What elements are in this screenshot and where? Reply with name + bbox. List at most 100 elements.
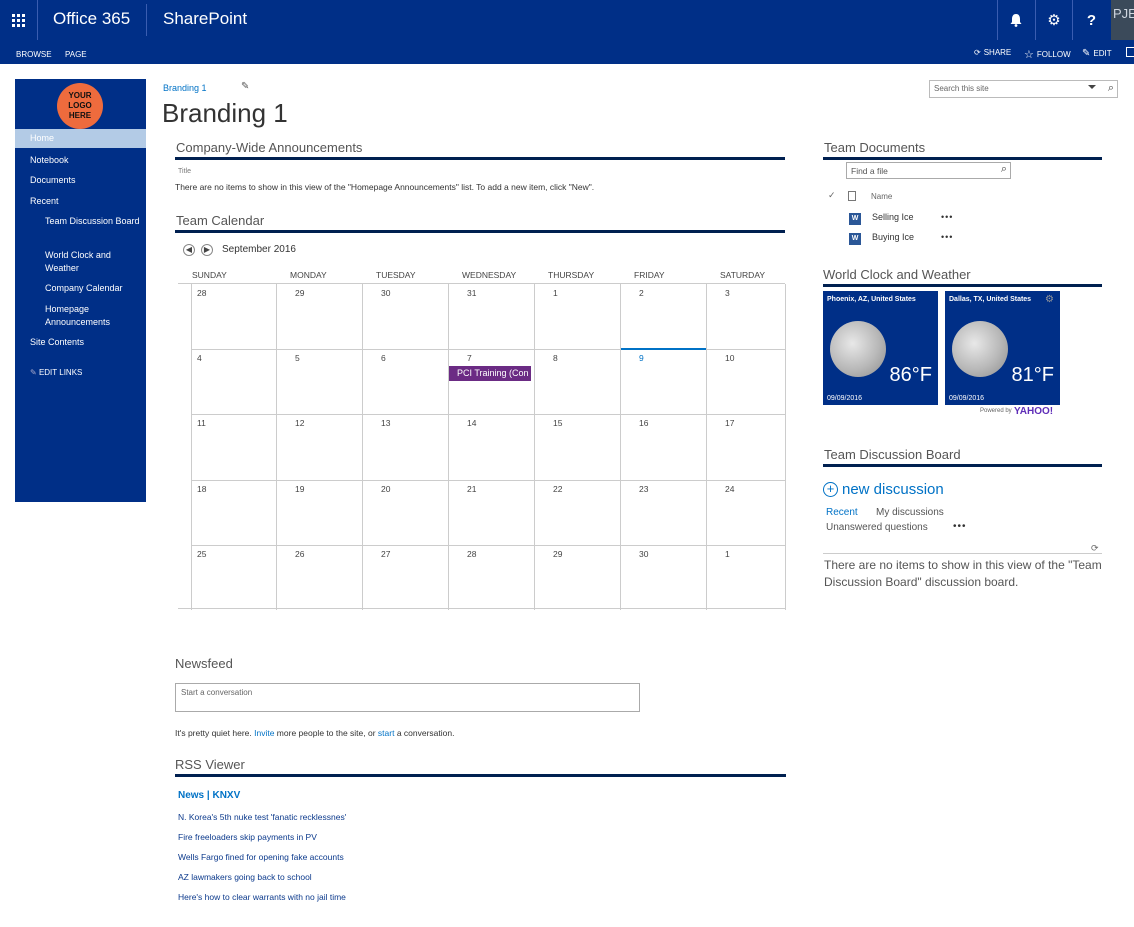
new-discussion-button[interactable]: + new discussion <box>823 481 944 498</box>
app-launcher-icon[interactable] <box>0 0 38 40</box>
nav-item-homepage-announcements[interactable]: Homepage Announcements <box>45 303 140 329</box>
select-all-check-icon[interactable]: ✓ <box>828 190 836 201</box>
app-name[interactable]: SharePoint <box>163 9 247 29</box>
tab-recent[interactable]: Recent <box>826 507 858 518</box>
tab-my-discussions[interactable]: My discussions <box>876 507 944 518</box>
newsfeed-input[interactable]: Start a conversation <box>175 683 640 712</box>
find-file-input[interactable]: Find a file ⌕ <box>846 162 1011 179</box>
nav-item-company-calendar[interactable]: Company Calendar <box>45 282 140 295</box>
edit-button[interactable]: ✎ EDIT <box>1082 48 1112 59</box>
announcements-column-title[interactable]: Title <box>178 168 191 175</box>
announcements-title[interactable]: Company-Wide Announcements <box>176 140 362 155</box>
name-column-header[interactable]: Name <box>871 192 892 201</box>
edit-title-pencil-icon[interactable]: ✎ <box>241 81 249 92</box>
calendar-day[interactable]: 9 <box>639 353 644 363</box>
calendar-day[interactable]: 29 <box>553 549 562 559</box>
calendar-day[interactable]: 5 <box>295 353 300 363</box>
calendar-day[interactable]: 1 <box>725 549 730 559</box>
nav-item-home[interactable]: Home <box>15 129 146 148</box>
calendar-day[interactable]: 23 <box>639 484 648 494</box>
start-link[interactable]: start <box>378 728 395 738</box>
rss-item-link[interactable]: Wells Fargo fined for opening fake accou… <box>178 852 344 862</box>
calendar-day[interactable]: 4 <box>197 353 202 363</box>
user-avatar[interactable]: PJEI <box>1111 0 1134 40</box>
calendar-day[interactable]: 29 <box>295 288 304 298</box>
nav-item-world-clock[interactable]: World Clock and Weather <box>45 249 140 275</box>
calendar-day[interactable]: 8 <box>553 353 558 363</box>
calendar-day[interactable]: 2 <box>639 288 644 298</box>
rss-item-link[interactable]: Fire freeloaders skip payments in PV <box>178 832 317 842</box>
nav-item-documents[interactable]: Documents <box>30 174 76 187</box>
calendar-day[interactable]: 3 <box>725 288 730 298</box>
calendar-day[interactable]: 30 <box>381 288 390 298</box>
search-scope-dropdown-icon[interactable] <box>1088 85 1096 89</box>
rss-item-link[interactable]: Here's how to clear warrants with no jai… <box>178 892 346 902</box>
nav-item-site-contents[interactable]: Site Contents <box>30 336 84 349</box>
document-name[interactable]: Buying Ice <box>872 232 914 242</box>
calendar-day[interactable]: 19 <box>295 484 304 494</box>
discussion-title[interactable]: Team Discussion Board <box>824 447 961 462</box>
calendar-day[interactable]: 11 <box>197 418 206 428</box>
tab-page[interactable]: PAGE <box>65 50 87 59</box>
edit-links-button[interactable]: ✎ EDIT LINKS <box>30 366 82 379</box>
share-button[interactable]: ⟳ SHARE <box>974 48 1011 57</box>
notifications-bell-icon[interactable] <box>997 0 1034 40</box>
calendar-day[interactable]: 16 <box>639 418 648 428</box>
calendar-day[interactable]: 18 <box>197 484 206 494</box>
settings-gear-icon[interactable]: ⚙ <box>1035 0 1072 40</box>
calendar-day[interactable]: 10 <box>725 353 734 363</box>
search-input[interactable]: Search this site ⌕ <box>929 80 1118 98</box>
calendar-day[interactable]: 13 <box>381 418 390 428</box>
calendar-day[interactable]: 20 <box>381 484 390 494</box>
more-options-icon[interactable]: ••• <box>941 212 953 222</box>
invite-link[interactable]: Invite <box>254 728 274 738</box>
site-logo[interactable]: YOUR LOGO HERE <box>57 83 103 129</box>
rss-title: RSS Viewer <box>175 757 245 772</box>
more-options-icon[interactable]: ••• <box>953 521 967 532</box>
rss-item-link[interactable]: AZ lawmakers going back to school <box>178 872 312 882</box>
tab-unanswered[interactable]: Unanswered questions <box>826 522 928 533</box>
office365-brand[interactable]: Office 365 <box>53 9 130 29</box>
calendar-day[interactable]: 21 <box>467 484 476 494</box>
calendar-day[interactable]: 24 <box>725 484 734 494</box>
calendar-day[interactable]: 31 <box>467 288 476 298</box>
rss-feed-title[interactable]: News | KNXV <box>178 790 240 801</box>
follow-button[interactable]: ☆ FOLLOW <box>1024 48 1071 61</box>
calendar-day[interactable]: 26 <box>295 549 304 559</box>
focus-content-icon[interactable] <box>1126 47 1134 57</box>
nav-item-notebook[interactable]: Notebook <box>30 154 69 167</box>
weather-tile[interactable]: Phoenix, AZ, United States 86°F 09/09/2016 <box>823 291 938 405</box>
nav-item-team-discussion[interactable]: Team Discussion Board <box>45 215 140 228</box>
search-icon[interactable]: ⌕ <box>1001 163 1007 176</box>
calendar-prev-icon[interactable]: ◀ <box>183 244 195 256</box>
weather-title[interactable]: World Clock and Weather <box>823 267 971 282</box>
calendar-next-icon[interactable]: ▶ <box>201 244 213 256</box>
calendar-day[interactable]: 6 <box>381 353 386 363</box>
nav-item-recent[interactable]: Recent <box>30 195 59 208</box>
calendar-event[interactable]: PCI Training (Con <box>449 366 531 381</box>
tab-browse[interactable]: BROWSE <box>16 50 52 59</box>
calendar-day[interactable]: 15 <box>553 418 562 428</box>
calendar-day[interactable]: 25 <box>197 549 206 559</box>
search-icon[interactable]: ⌕ <box>1108 82 1114 95</box>
calendar-day[interactable]: 1 <box>553 288 558 298</box>
calendar-day[interactable]: 30 <box>639 549 648 559</box>
more-options-icon[interactable]: ••• <box>941 232 953 242</box>
calendar-day[interactable]: 28 <box>467 549 476 559</box>
calendar-day[interactable]: 7 <box>467 353 472 363</box>
weather-settings-gear-icon[interactable]: ⚙ <box>1045 294 1054 305</box>
documents-title[interactable]: Team Documents <box>824 140 925 155</box>
calendar-day[interactable]: 28 <box>197 288 206 298</box>
rss-item-link[interactable]: N. Korea's 5th nuke test 'fanatic reckle… <box>178 812 346 822</box>
calendar-title[interactable]: Team Calendar <box>176 213 264 228</box>
calendar-day[interactable]: 17 <box>725 418 734 428</box>
calendar-day[interactable]: 12 <box>295 418 304 428</box>
help-icon[interactable]: ? <box>1072 0 1110 40</box>
calendar-day[interactable]: 14 <box>467 418 476 428</box>
calendar-day[interactable]: 22 <box>553 484 562 494</box>
document-name[interactable]: Selling Ice <box>872 212 914 222</box>
rss-rule <box>175 774 786 777</box>
weather-tile[interactable]: Dallas, TX, United States 81°F 09/09/2016 <box>945 291 1060 405</box>
calendar-day[interactable]: 27 <box>381 549 390 559</box>
breadcrumb[interactable]: Branding 1 <box>163 83 207 93</box>
